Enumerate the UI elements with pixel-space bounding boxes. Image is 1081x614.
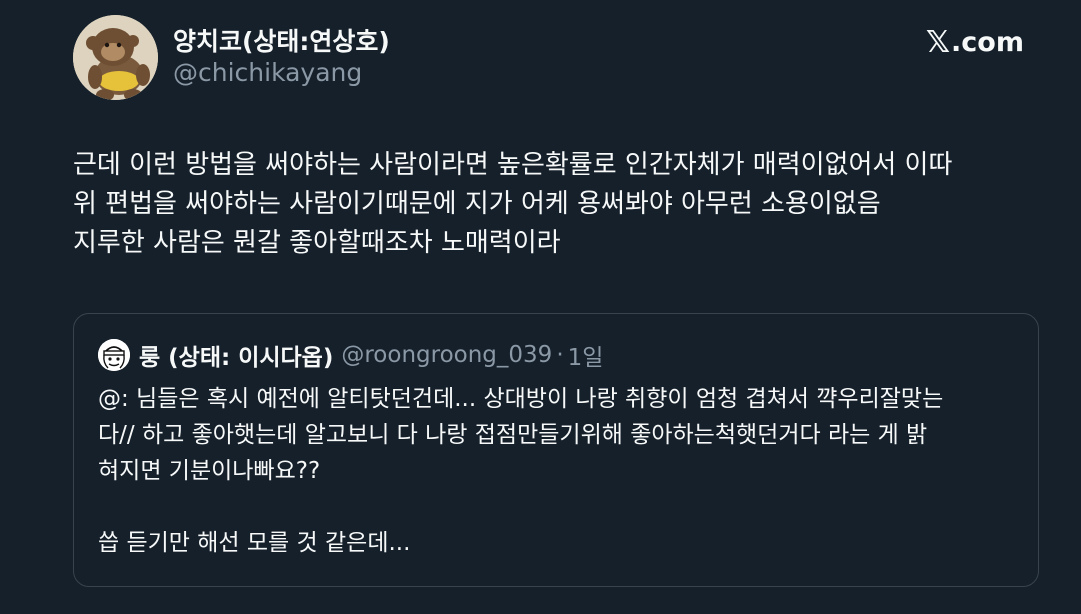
quoted-text-line: 혀지면 기분이나빠요?? bbox=[98, 458, 321, 484]
tweet-text: 근데 이런 방법을 써야하는 사람이라면 높은확률로 인간자체가 매력이없어서 … bbox=[73, 146, 1033, 263]
tweet-text-line: 지루한 사람은 뭔갈 좋아할때조차 노매력이라 bbox=[73, 228, 561, 258]
brand-label: .com bbox=[951, 27, 1024, 58]
quoted-author-name[interactable]: 룽 (상태: 이시다옵) bbox=[139, 338, 333, 372]
tweet-text-line: 근데 이런 방법을 써야하는 사람이라면 높은확률로 인간자체가 매력이없어서 … bbox=[73, 150, 953, 180]
quoted-text-line: @: 님들은 혹시 예전에 알티탓던건데... 상대방이 나랑 취향이 엄청 겹… bbox=[98, 386, 944, 412]
plush-toy-avatar-icon bbox=[73, 15, 158, 100]
quoted-tweet-header: 룽 (상태: 이시다옵) @roongroong_039 · 1일 bbox=[98, 338, 603, 372]
author-avatar[interactable] bbox=[73, 15, 158, 100]
quoted-text-line: 다// 하고 좋아햇는데 알고보니 다 나랑 접점만들기위해 좋아하는척햇던거다… bbox=[98, 422, 928, 448]
tweet-text-line: 위 편법을 써야하는 사람이기때문에 지가 어케 용써봐야 아무런 소용이없음 bbox=[73, 189, 881, 219]
x-logo-icon: 𝕏 bbox=[925, 25, 951, 60]
quoted-tweet-text: @: 님들은 혹시 예전에 알티탓던건데... 상대방이 나랑 취향이 엄청 겹… bbox=[98, 381, 1028, 561]
tweet-card: 양치코(상태:연상호) @chichikayang 𝕏 .com 근데 이런 방법… bbox=[0, 0, 1081, 614]
quoted-text-blank-line bbox=[98, 489, 1028, 525]
quoted-timestamp[interactable]: 1일 bbox=[568, 338, 604, 372]
quoted-author-handle[interactable]: @roongroong_039 bbox=[341, 342, 552, 368]
author-name[interactable]: 양치코(상태:연상호) bbox=[173, 22, 390, 58]
quoted-text-line: 씁 듣기만 해선 모를 것 같은데... bbox=[98, 530, 411, 556]
separator-dot: · bbox=[556, 342, 564, 368]
cartoon-face-avatar-icon bbox=[98, 339, 130, 371]
quoted-author-avatar[interactable] bbox=[98, 339, 130, 371]
quoted-tweet[interactable]: 룽 (상태: 이시다옵) @roongroong_039 · 1일 @: 님들은… bbox=[73, 313, 1039, 587]
x-com-logo: 𝕏 .com bbox=[926, 25, 1024, 60]
author-handle[interactable]: @chichikayang bbox=[173, 58, 362, 87]
